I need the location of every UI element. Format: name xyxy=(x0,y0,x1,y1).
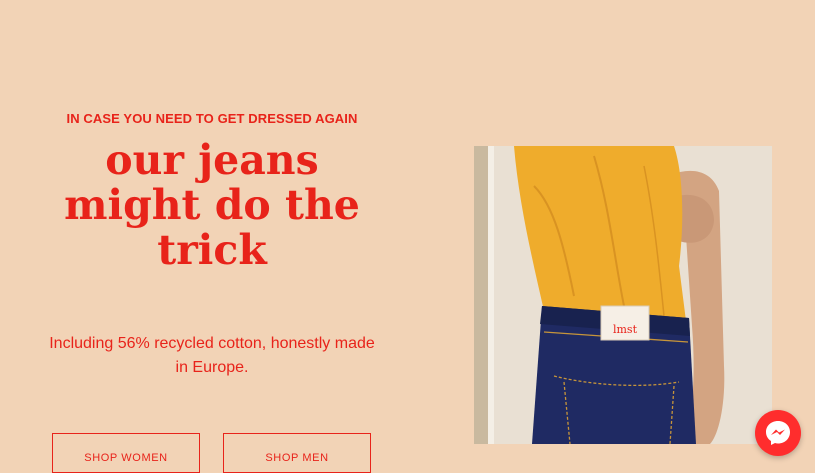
headline-line-3: trick xyxy=(157,226,267,274)
subcopy-line-2: in Europe. xyxy=(175,359,249,376)
subcopy-line-1: Including 56% recycled cotton, honestly … xyxy=(49,335,375,352)
messenger-chat-button[interactable] xyxy=(755,410,801,456)
shop-men-button[interactable]: SHOP MEN xyxy=(223,433,371,473)
shop-women-button[interactable]: SHOP WOMEN xyxy=(52,433,200,473)
hero-headline: our jeans might do the trick xyxy=(0,138,424,273)
hero-product-photo: lmst xyxy=(474,146,772,444)
messenger-icon xyxy=(766,421,790,445)
hero-text-panel: IN CASE YOU NEED TO GET DRESSED AGAIN ou… xyxy=(0,0,424,473)
headline-line-1: our jeans xyxy=(105,136,319,184)
headline-line-2: might do the xyxy=(64,181,360,229)
jeans-label-text: lmst xyxy=(613,323,638,336)
jeans-photo-illustration: lmst xyxy=(474,146,772,444)
hero-subcopy: Including 56% recycled cotton, honestly … xyxy=(40,332,384,380)
hero-eyebrow: IN CASE YOU NEED TO GET DRESSED AGAIN xyxy=(66,111,358,126)
